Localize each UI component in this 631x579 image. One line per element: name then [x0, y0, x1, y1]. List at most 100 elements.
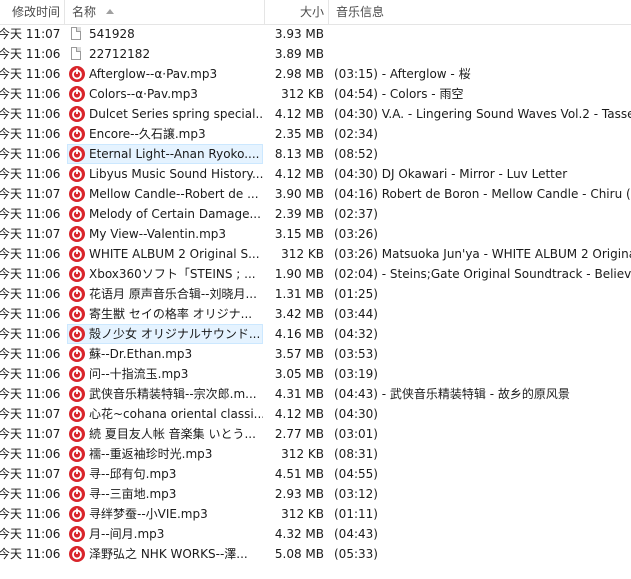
music-info: (08:52) [334, 147, 378, 161]
file-row[interactable]: 今天 11:06 Libyus Music Sound History... 4.1… [0, 164, 631, 184]
file-name-cell[interactable]: 殻ノ少女 オリジナルサウンド... [67, 324, 263, 344]
file-name-cell[interactable]: WHITE ALBUM 2 Original S... [67, 244, 263, 264]
file-name-cell[interactable]: Xbox360ソフト「STEINS ; ... [67, 264, 263, 284]
music-info: (03:19) [334, 367, 378, 381]
file-name-cell[interactable]: Melody of Certain Damage... [67, 204, 263, 224]
file-name-cell[interactable]: 寻--三亩地.mp3 [67, 484, 263, 504]
file-name-cell[interactable]: 続 夏目友人帐 音楽集 いとう... [67, 424, 263, 444]
music-info: (01:25) [334, 287, 378, 301]
music-info: (04:43) [334, 527, 378, 541]
file-name-cell[interactable]: 寻--邱有句.mp3 [67, 464, 263, 484]
file-row[interactable]: 今天 11:07 Mellow Candle--Robert de ... 3.90… [0, 184, 631, 204]
file-size: 312 KB [281, 507, 324, 521]
file-name-cell[interactable]: My View--Valentin.mp3 [67, 224, 263, 244]
modified-time: 今天 11:06 [0, 307, 61, 321]
file-row[interactable]: 今天 11:06 寻--三亩地.mp3 2.93 MB (03:12) [0, 484, 631, 504]
column-divider[interactable] [64, 0, 65, 24]
file-size: 1.31 MB [274, 287, 324, 301]
file-name-cell[interactable]: Libyus Music Sound History... [67, 164, 263, 184]
modified-time: 今天 11:06 [0, 447, 61, 461]
file-name: 月--间月.mp3 [89, 527, 165, 541]
file-name-cell[interactable]: 寄生獣 セイの格率 オリジナ... [67, 304, 263, 324]
modified-time: 今天 11:06 [0, 347, 61, 361]
music-info: (04:30) [334, 407, 378, 421]
file-name-cell[interactable]: 寻绊梦蚕--小VIE.mp3 [67, 504, 263, 524]
file-row[interactable]: 今天 11:07 続 夏目友人帐 音楽集 いとう... 2.77 MB (03:01) [0, 424, 631, 444]
file-size: 2.98 MB [274, 67, 324, 81]
file-row[interactable]: 今天 11:06 寻绊梦蚕--小VIE.mp3 312 KB (01:11) [0, 504, 631, 524]
modified-time: 今天 11:06 [0, 387, 61, 401]
music-info: (03:01) [334, 427, 378, 441]
file-row[interactable]: 今天 11:06 寄生獣 セイの格率 オリジナ... 3.42 MB (03:44) [0, 304, 631, 324]
file-row[interactable]: 今天 11:06 花语月 原声音乐合辑--刘晓月... 1.31 MB (01:25) [0, 284, 631, 304]
mp3-icon [69, 446, 85, 462]
file-row[interactable]: 今天 11:06 WHITE ALBUM 2 Original S... 312 K… [0, 244, 631, 264]
modified-time: 今天 11:06 [0, 287, 61, 301]
column-divider[interactable] [264, 0, 265, 24]
file-row[interactable]: 今天 11:07 541928 3.93 MB [0, 24, 631, 44]
file-name: 问--十指流玉.mp3 [89, 367, 189, 381]
file-row[interactable]: 今天 11:07 My View--Valentin.mp3 3.15 MB (03:… [0, 224, 631, 244]
file-name-cell[interactable]: 蘇--Dr.Ethan.mp3 [67, 344, 263, 364]
file-size: 3.93 MB [274, 27, 324, 41]
file-row[interactable]: 今天 11:06 武侠音乐精装特辑--宗次郎.m... 4.31 MB (04:43)… [0, 384, 631, 404]
file-name-cell[interactable]: 泽野弘之 NHK WORKS--澤... [67, 544, 263, 564]
file-size: 3.57 MB [274, 347, 324, 361]
modified-time: 今天 11:07 [0, 227, 61, 241]
file-row[interactable]: 今天 11:06 月--间月.mp3 4.32 MB (04:43) [0, 524, 631, 544]
file-name: 花语月 原声音乐合辑--刘晓月... [89, 287, 257, 301]
file-row[interactable]: 今天 11:07 心花~cohana oriental classi... 4.12… [0, 404, 631, 424]
file-name: 寻绊梦蚕--小VIE.mp3 [89, 507, 208, 521]
file-name-cell[interactable]: 541928 [67, 24, 263, 44]
file-name-cell[interactable]: Dulcet Series spring special... [67, 104, 263, 124]
file-name: Encore--久石譲.mp3 [89, 127, 206, 141]
file-row[interactable]: 今天 11:06 Melody of Certain Damage... 2.39 … [0, 204, 631, 224]
file-name: 541928 [89, 27, 135, 41]
file-row[interactable]: 今天 11:07 寻--邱有句.mp3 4.51 MB (04:55) [0, 464, 631, 484]
file-row[interactable]: 今天 11:06 襦--重返袖珍时光.mp3 312 KB (08:31) [0, 444, 631, 464]
file-name-cell[interactable]: Encore--久石譲.mp3 [67, 124, 263, 144]
file-name-cell[interactable]: Colors--α·Pav.mp3 [67, 84, 263, 104]
file-name-cell[interactable]: Afterglow--α·Pav.mp3 [67, 64, 263, 84]
file-row[interactable]: 今天 11:06 Eternal Light--Anan Ryoko.... 8.1… [0, 144, 631, 164]
file-row[interactable]: 今天 11:06 Dulcet Series spring special... 4… [0, 104, 631, 124]
file-name-cell[interactable]: Mellow Candle--Robert de ... [67, 184, 263, 204]
file-row[interactable]: 今天 11:06 殻ノ少女 オリジナルサウンド... 4.16 MB (04:32) [0, 324, 631, 344]
modified-time: 今天 11:06 [0, 547, 61, 561]
file-size: 3.90 MB [274, 187, 324, 201]
file-name-cell[interactable]: 心花~cohana oriental classi... [67, 404, 263, 424]
column-header-modified-time[interactable]: 修改时间 [12, 0, 60, 24]
file-size: 4.16 MB [274, 327, 324, 341]
column-header-music-info[interactable]: 音乐信息 [336, 0, 384, 24]
file-name-cell[interactable]: 月--间月.mp3 [67, 524, 263, 544]
modified-time: 今天 11:07 [0, 467, 61, 481]
file-row[interactable]: 今天 11:06 蘇--Dr.Ethan.mp3 3.57 MB (03:53) [0, 344, 631, 364]
mp3-icon [69, 486, 85, 502]
file-row[interactable]: 今天 11:06 Xbox360ソフト「STEINS ; ... 1.90 MB (0… [0, 264, 631, 284]
file-name: 武侠音乐精装特辑--宗次郎.m... [89, 387, 257, 401]
file-row[interactable]: 今天 11:06 Colors--α·Pav.mp3 312 KB (04:54) -… [0, 84, 631, 104]
file-name-cell[interactable]: 花语月 原声音乐合辑--刘晓月... [67, 284, 263, 304]
file-name-cell[interactable]: 武侠音乐精装特辑--宗次郎.m... [67, 384, 263, 404]
file-name-cell[interactable]: 襦--重返袖珍时光.mp3 [67, 444, 263, 464]
column-header-size[interactable]: 大小 [300, 0, 324, 24]
column-divider[interactable] [328, 0, 329, 24]
file-name-cell[interactable]: 22712182 [67, 44, 263, 64]
file-row[interactable]: 今天 11:06 Afterglow--α·Pav.mp3 2.98 MB (03:1… [0, 64, 631, 84]
mp3-icon [69, 266, 85, 282]
file-name-cell[interactable]: 问--十指流玉.mp3 [67, 364, 263, 384]
mp3-icon [69, 506, 85, 522]
music-info: (04:30) V.A. - Lingering Sound Waves Vol… [334, 107, 631, 121]
modified-time: 今天 11:06 [0, 487, 61, 501]
modified-time: 今天 11:06 [0, 207, 61, 221]
file-row[interactable]: 今天 11:06 泽野弘之 NHK WORKS--澤... 5.08 MB (05:3… [0, 544, 631, 564]
file-size: 2.77 MB [274, 427, 324, 441]
file-row[interactable]: 今天 11:06 Encore--久石譲.mp3 2.35 MB (02:34) [0, 124, 631, 144]
file-row[interactable]: 今天 11:06 22712182 3.89 MB [0, 44, 631, 64]
file-name-cell[interactable]: Eternal Light--Anan Ryoko.... [67, 144, 263, 164]
file-size: 312 KB [281, 247, 324, 261]
mp3-icon [69, 406, 85, 422]
mp3-icon [69, 306, 85, 322]
file-row[interactable]: 今天 11:06 问--十指流玉.mp3 3.05 MB (03:19) [0, 364, 631, 384]
column-header-name[interactable]: 名称 [72, 0, 115, 24]
